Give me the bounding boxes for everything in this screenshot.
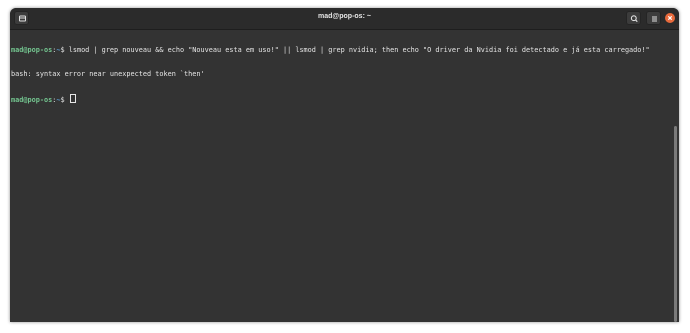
search-button[interactable] bbox=[626, 11, 641, 25]
title-bar[interactable]: mad@pop-os: ~ bbox=[10, 8, 679, 30]
prompt-symbol: $ bbox=[60, 96, 69, 104]
prompt-user: mad@pop-os bbox=[11, 46, 53, 54]
command-line: mad@pop-os:~$ lsmod | grep nouveau && ec… bbox=[11, 46, 673, 54]
window-title: mad@pop-os: ~ bbox=[318, 13, 371, 20]
hamburger-menu-icon bbox=[652, 16, 657, 22]
terminal-output[interactable]: mad@pop-os:~$ lsmod | grep nouveau && ec… bbox=[10, 30, 673, 322]
menu-button[interactable] bbox=[646, 11, 661, 25]
error-output-line: bash: syntax error near unexpected token… bbox=[11, 70, 205, 78]
prompt-user: mad@pop-os bbox=[11, 96, 53, 104]
vertical-scrollbar[interactable] bbox=[674, 126, 677, 322]
close-button[interactable] bbox=[665, 13, 675, 23]
close-icon bbox=[667, 15, 673, 21]
prompt-symbol: $ bbox=[60, 46, 69, 54]
command-text: lsmod | grep nouveau && echo "Nouveau es… bbox=[68, 46, 650, 54]
current-prompt-line: mad@pop-os:~$ bbox=[11, 94, 673, 104]
text-cursor bbox=[69, 94, 76, 103]
search-icon bbox=[630, 15, 638, 23]
terminal-window: mad@pop-os: ~ mad@pop-os:~$ lsmod | grep… bbox=[10, 8, 679, 322]
